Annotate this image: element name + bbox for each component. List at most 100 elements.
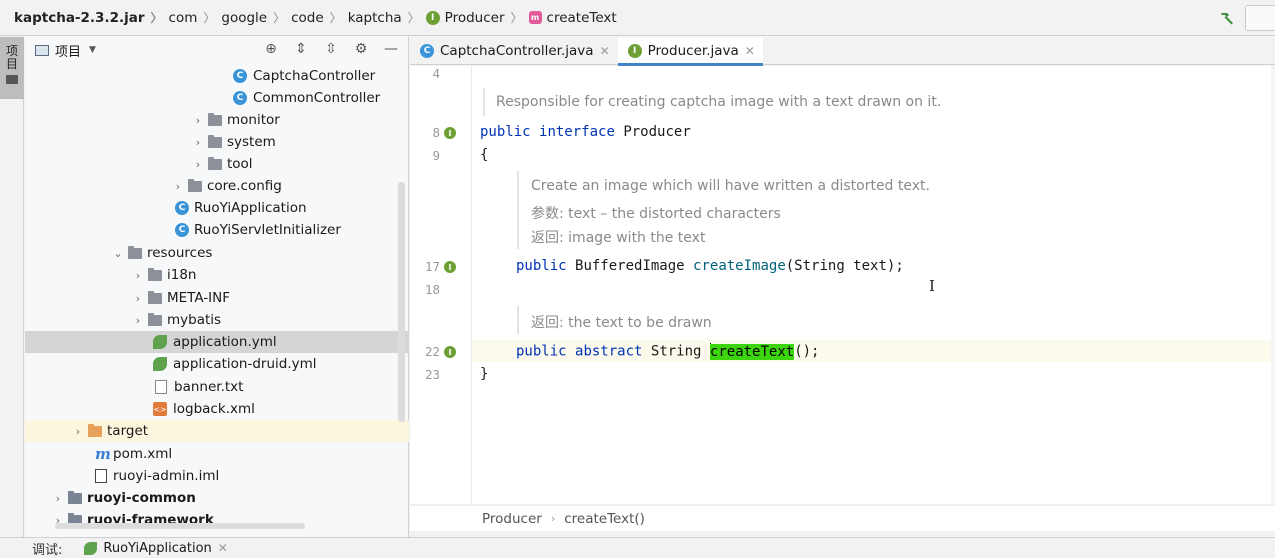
code-token: interface [539, 124, 615, 140]
doc-comment-bar [483, 88, 485, 116]
nav-crumb-kaptcha[interactable]: kaptcha 〉 [348, 0, 426, 36]
close-icon[interactable]: ✕ [218, 541, 228, 555]
tree-item-ruoyi-application[interactable]: C RuoYiApplication [25, 197, 409, 219]
breadcrumb-item-producer[interactable]: Producer [482, 511, 542, 527]
debug-label: 调试: [32, 542, 63, 558]
hide-icon[interactable]: — [382, 40, 400, 58]
gear-icon[interactable]: ⚙ [352, 40, 370, 58]
chevron-right-icon[interactable]: › [131, 314, 145, 327]
collapse-all-icon[interactable]: ⇳ [322, 40, 340, 58]
code-token: (String text); [785, 258, 904, 274]
line-number: 18 [424, 282, 440, 297]
tree-item-servlet-initializer[interactable]: C RuoYiServletInitializer [25, 219, 409, 241]
tab-producer[interactable]: I Producer.java ✕ [617, 37, 764, 66]
tree-item-common-controller[interactable]: C CommonController [25, 87, 409, 109]
tree-item-banner-txt[interactable]: banner.txt [25, 376, 409, 398]
tree-item-label: core.config [207, 178, 282, 194]
nav-crumb-createtext[interactable]: m createText [528, 0, 617, 36]
tree-item-ruoyi-common[interactable]: › ruoyi-common [25, 487, 409, 509]
chevron-right-icon[interactable]: › [191, 114, 205, 127]
tree-item-label: application.yml [173, 334, 277, 350]
tab-label: CaptchaController.java [440, 43, 594, 59]
project-vertical-scrollbar[interactable] [398, 182, 405, 422]
chevron-right-icon[interactable]: › [71, 425, 85, 438]
chevron-right-icon: 〉 [329, 11, 342, 25]
tab-captcha-controller[interactable]: C CaptchaController.java ✕ [410, 37, 618, 65]
tree-item-mybatis[interactable]: › mybatis [25, 309, 409, 331]
tree-item-ruoyi-admin-iml[interactable]: ruoyi-admin.iml [25, 465, 409, 487]
tree-item-label: banner.txt [174, 379, 244, 395]
left-tool-strip: 项目 [0, 37, 24, 537]
project-tool-tab[interactable]: 项目 [0, 37, 24, 99]
tree-item-captcha-controller[interactable]: C CaptchaController [25, 65, 409, 87]
editor-vertical-scrollbar[interactable] [1271, 66, 1275, 504]
close-icon[interactable]: ✕ [600, 44, 610, 58]
run-configuration-selector[interactable] [1245, 5, 1275, 31]
chevron-down-icon[interactable]: ⌄ [111, 247, 125, 260]
chevron-right-icon[interactable]: › [191, 136, 205, 149]
class-icon: C [233, 91, 247, 105]
project-tool-tab-label: 项目 [6, 44, 19, 71]
code-token: BufferedImage [575, 258, 685, 274]
doc-tag-text: image with the text [568, 230, 706, 246]
tree-item-label: tool [227, 156, 253, 172]
chevron-right-icon[interactable]: › [51, 492, 65, 505]
chevron-right-icon: 〉 [407, 11, 420, 25]
debug-session-tab[interactable]: RuoYiApplication ✕ [84, 540, 228, 556]
implemented-marker-icon[interactable]: I [444, 127, 456, 139]
tree-item-monitor[interactable]: › monitor [25, 109, 409, 131]
breadcrumb-item-createtext[interactable]: createText() [564, 511, 645, 527]
tree-item-application-druid-yml[interactable]: application-druid.yml [25, 353, 409, 375]
nav-crumb-producer[interactable]: I Producer 〉 [425, 0, 529, 36]
tree-item-target[interactable]: › target [25, 420, 409, 442]
chevron-down-icon[interactable]: ▼ [89, 45, 96, 55]
implemented-marker-icon[interactable]: I [444, 261, 456, 273]
tree-item-i18n[interactable]: › i18n [25, 264, 409, 286]
project-panel-title[interactable]: 项目 [55, 41, 81, 60]
project-horizontal-scrollbar[interactable] [55, 523, 305, 529]
tree-item-label: resources [147, 245, 213, 261]
line-number: 4 [432, 66, 440, 81]
tree-item-system[interactable]: › system [25, 131, 409, 153]
spring-leaf-icon [153, 357, 167, 371]
folder-icon [208, 156, 222, 170]
tree-item-resources[interactable]: ⌄ resources [25, 242, 409, 264]
tree-item-application-yml[interactable]: application.yml [25, 331, 409, 353]
code-token: (); [794, 343, 820, 360]
debug-tool-bar: 调试: RuoYiApplication ✕ [0, 537, 1275, 558]
tree-item-pom-xml[interactable]: m pom.xml [25, 443, 409, 465]
tree-item-label: CaptchaController [253, 68, 376, 84]
build-hammer-icon[interactable] [1213, 4, 1241, 32]
locate-icon[interactable]: ⊕ [262, 40, 280, 58]
close-icon[interactable]: ✕ [745, 44, 755, 58]
debug-session-label: RuoYiApplication [103, 540, 212, 556]
code-token: String [650, 343, 702, 360]
folder-icon [208, 112, 222, 126]
nav-crumb-jar[interactable]: kaptcha-2.3.2.jar 〉 [14, 0, 169, 36]
tree-item-meta-inf[interactable]: › META-INF [25, 287, 409, 309]
code-token: createImage [693, 258, 786, 274]
chevron-right-icon[interactable]: › [191, 158, 205, 171]
tab-label: Producer.java [647, 43, 739, 59]
nav-crumb-code[interactable]: code 〉 [291, 0, 348, 36]
nav-crumb-google[interactable]: google 〉 [221, 0, 291, 36]
code-editor[interactable]: 4 8 9 17 18 22 23 I I I Responsible for … [410, 66, 1275, 504]
doc-comment-text: Create an image which will have written … [531, 178, 930, 194]
tree-item-core-config[interactable]: › core.config [25, 175, 409, 197]
code-line-22: public abstract String createText(); [516, 343, 820, 360]
chevron-right-icon[interactable]: › [171, 180, 185, 193]
project-panel-header: 项目 ▼ ⊕ ⇕ ⇳ ⚙ — [25, 37, 408, 63]
chevron-right-icon[interactable]: › [131, 292, 145, 305]
nav-crumb-label: com [168, 9, 198, 26]
nav-crumb-com[interactable]: com 〉 [169, 0, 222, 36]
chevron-right-icon[interactable]: › [131, 269, 145, 282]
tree-item-tool[interactable]: › tool [25, 153, 409, 175]
doc-comment-bar [517, 171, 519, 249]
tree-item-logback-xml[interactable]: <> logback.xml [25, 398, 409, 420]
implemented-marker-icon[interactable]: I [444, 346, 456, 358]
nav-crumb-label: createText [546, 9, 617, 26]
expand-all-icon[interactable]: ⇕ [292, 40, 310, 58]
tree-item-label: target [107, 423, 149, 439]
maven-icon: m [95, 445, 111, 463]
code-line-23: } [480, 366, 489, 382]
